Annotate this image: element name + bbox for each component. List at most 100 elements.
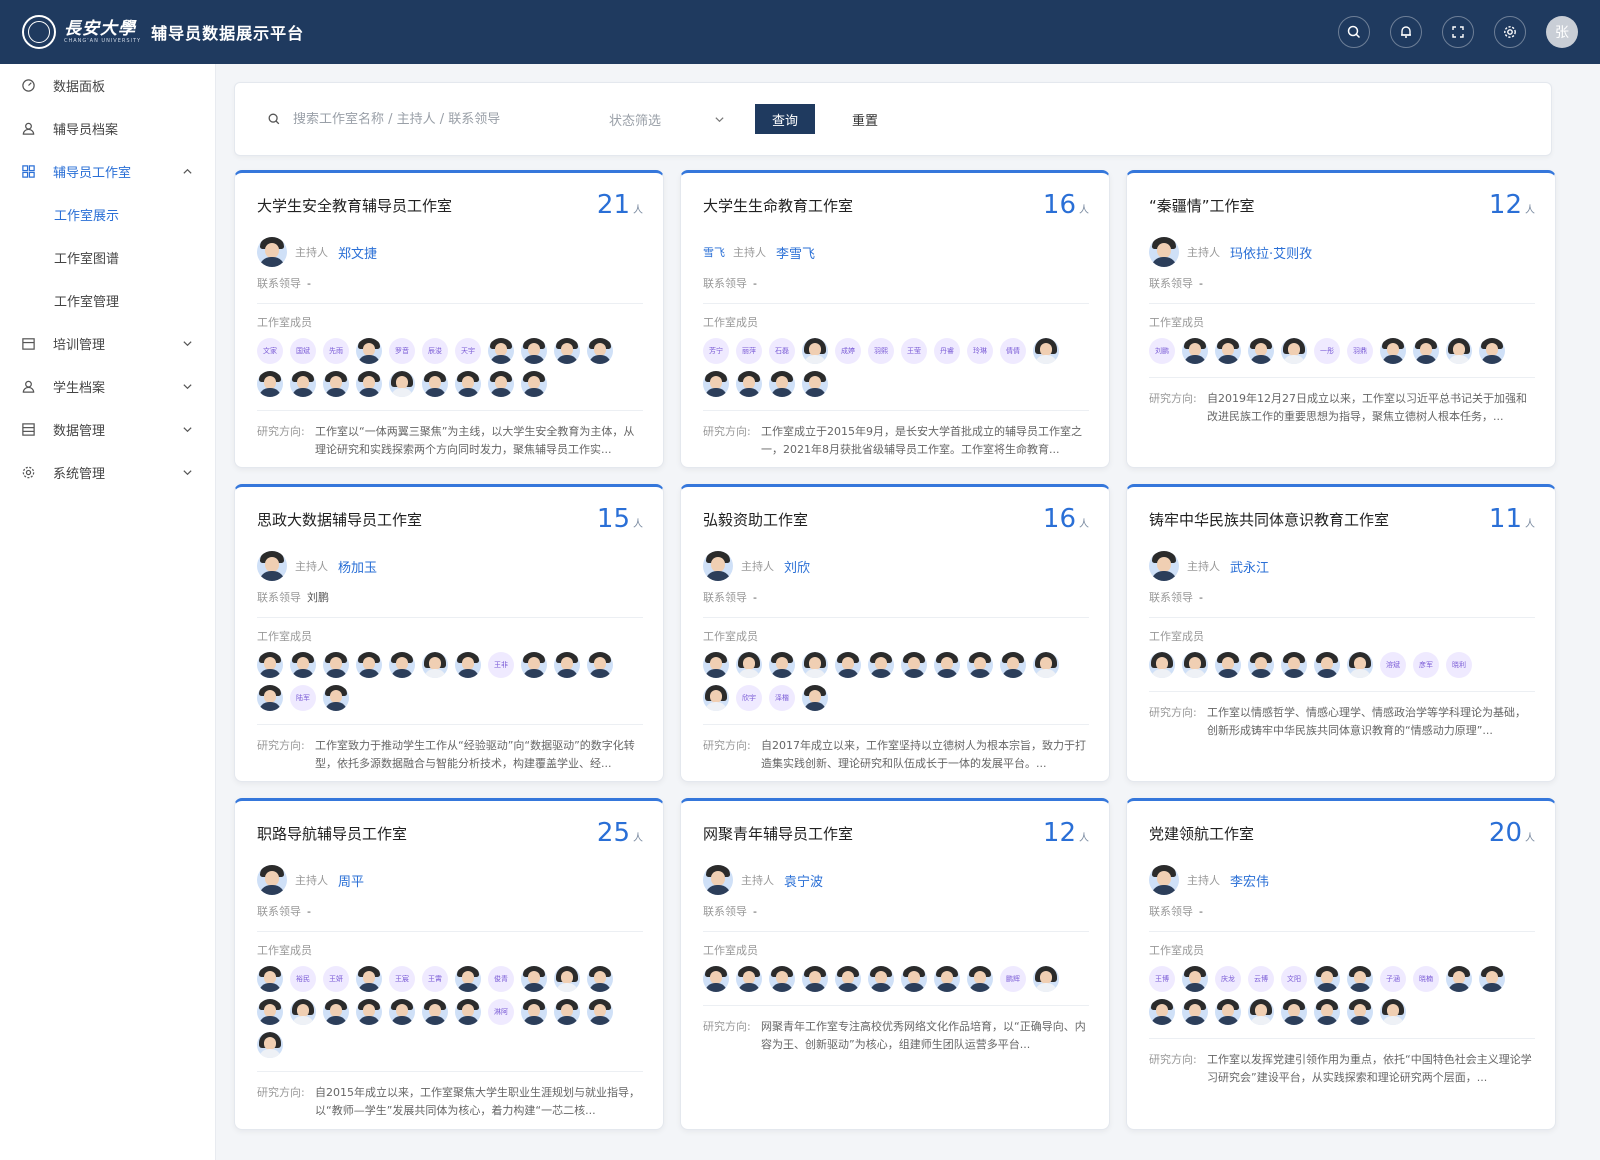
member-avatar[interactable]: [802, 338, 828, 364]
studio-card[interactable]: 大学生安全教育辅导员工作室 21 人主持人 郑文捷 联系领导 - 工作室成员 文家 国斌 先雨 罗音…: [234, 170, 664, 468]
member-avatar[interactable]: [323, 999, 349, 1025]
member-avatar[interactable]: [1380, 338, 1406, 364]
member-avatar[interactable]: [554, 999, 580, 1025]
member-avatar[interactable]: [521, 966, 547, 992]
member-name-avatar[interactable]: 一彤: [1314, 338, 1340, 364]
member-avatar[interactable]: [1446, 966, 1472, 992]
member-name-avatar[interactable]: 刘鹏: [1149, 338, 1175, 364]
member-name-avatar[interactable]: 文家: [257, 338, 283, 364]
user-avatar[interactable]: 张: [1546, 16, 1578, 48]
member-avatar[interactable]: [1033, 338, 1059, 364]
member-name-avatar[interactable]: 庆龙: [1215, 966, 1241, 992]
member-name-avatar[interactable]: 欣宇: [736, 685, 762, 711]
member-avatar[interactable]: [1000, 652, 1026, 678]
member-avatar[interactable]: [901, 652, 927, 678]
host-name[interactable]: 李雪飞: [776, 243, 815, 262]
member-name-avatar[interactable]: 羽熙: [868, 338, 894, 364]
member-name-avatar[interactable]: 丹睿: [934, 338, 960, 364]
member-avatar[interactable]: [1215, 652, 1241, 678]
member-avatar[interactable]: [703, 685, 729, 711]
member-avatar[interactable]: [1033, 652, 1059, 678]
member-avatar[interactable]: [257, 966, 283, 992]
member-avatar[interactable]: [934, 652, 960, 678]
member-avatar[interactable]: [1248, 652, 1274, 678]
member-avatar[interactable]: [1281, 652, 1307, 678]
status-filter-select[interactable]: 状态筛选: [597, 110, 737, 129]
sidebar-item-counselor-studio[interactable]: 辅导员工作室: [0, 150, 215, 193]
member-name-avatar[interactable]: 鹏辉: [1000, 966, 1026, 992]
member-name-avatar[interactable]: 王博: [1149, 966, 1175, 992]
query-button[interactable]: 查询: [755, 104, 816, 134]
member-avatar[interactable]: [1033, 966, 1059, 992]
member-avatar[interactable]: [323, 652, 349, 678]
sidebar-subitem-studio-graph[interactable]: 工作室图谱: [0, 236, 215, 279]
member-avatar[interactable]: [587, 652, 613, 678]
host-name[interactable]: 周平: [338, 871, 364, 890]
member-avatar[interactable]: [1182, 999, 1208, 1025]
member-avatar[interactable]: [1479, 338, 1505, 364]
host-name[interactable]: 刘欣: [784, 557, 810, 576]
member-avatar[interactable]: [1182, 652, 1208, 678]
member-name-avatar[interactable]: 彦军: [1413, 652, 1439, 678]
member-avatar[interactable]: [802, 966, 828, 992]
member-avatar[interactable]: [521, 999, 547, 1025]
member-avatar[interactable]: [587, 999, 613, 1025]
member-avatar[interactable]: [736, 652, 762, 678]
member-avatar[interactable]: [736, 966, 762, 992]
member-name-avatar[interactable]: 王宸: [389, 966, 415, 992]
member-avatar[interactable]: [1347, 999, 1373, 1025]
member-name-avatar[interactable]: 国斌: [290, 338, 316, 364]
member-avatar[interactable]: [257, 999, 283, 1025]
member-avatar[interactable]: [554, 966, 580, 992]
reset-button[interactable]: 重置: [835, 104, 895, 134]
studio-card[interactable]: 思政大数据辅导员工作室 15 人主持人 杨加玉 联系领导 刘鹏 工作室成员 王非 陆军 研究方向:…: [234, 484, 664, 782]
member-name-avatar[interactable]: 丽萍: [736, 338, 762, 364]
member-avatar[interactable]: [389, 371, 415, 397]
member-name-avatar[interactable]: 俊青: [488, 966, 514, 992]
member-avatar[interactable]: [257, 685, 283, 711]
host-name[interactable]: 杨加玉: [338, 557, 377, 576]
member-avatar[interactable]: [1281, 338, 1307, 364]
search-button[interactable]: [1338, 16, 1370, 48]
member-name-avatar[interactable]: 王霄: [422, 966, 448, 992]
member-name-avatar[interactable]: 成婷: [835, 338, 861, 364]
member-avatar[interactable]: [1380, 999, 1406, 1025]
member-name-avatar[interactable]: 子涵: [1380, 966, 1406, 992]
member-name-avatar[interactable]: 泽楷: [769, 685, 795, 711]
member-avatar[interactable]: [1446, 338, 1472, 364]
studio-card[interactable]: 弘毅资助工作室 16 人主持人 刘欣 联系领导 - 工作室成员 欣宇 泽楷 研究方向: 自2017年…: [680, 484, 1110, 782]
member-avatar[interactable]: [356, 652, 382, 678]
settings-button[interactable]: [1494, 16, 1526, 48]
member-avatar[interactable]: [290, 652, 316, 678]
member-avatar[interactable]: [1347, 652, 1373, 678]
member-avatar[interactable]: [1314, 999, 1340, 1025]
member-avatar[interactable]: [934, 966, 960, 992]
member-avatar[interactable]: [356, 371, 382, 397]
fullscreen-button[interactable]: [1442, 16, 1474, 48]
search-input[interactable]: [293, 111, 573, 127]
member-name-avatar[interactable]: 王莹: [901, 338, 927, 364]
member-avatar[interactable]: [1215, 338, 1241, 364]
member-name-avatar[interactable]: 先雨: [323, 338, 349, 364]
member-avatar[interactable]: [703, 371, 729, 397]
member-avatar[interactable]: [967, 652, 993, 678]
member-avatar[interactable]: [323, 685, 349, 711]
member-avatar[interactable]: [835, 966, 861, 992]
member-avatar[interactable]: [389, 652, 415, 678]
host-name[interactable]: 李宏伟: [1230, 871, 1269, 890]
member-name-avatar[interactable]: 倩倩: [1000, 338, 1026, 364]
member-avatar[interactable]: [802, 371, 828, 397]
member-avatar[interactable]: [455, 371, 481, 397]
member-avatar[interactable]: [521, 652, 547, 678]
member-avatar[interactable]: [356, 338, 382, 364]
member-avatar[interactable]: [521, 338, 547, 364]
studio-card[interactable]: “秦疆情”工作室 12 人主持人 玛依拉·艾则孜 联系领导 - 工作室成员 刘鹏 一彤 羽鼎 研究方…: [1126, 170, 1556, 468]
member-name-avatar[interactable]: 天宇: [455, 338, 481, 364]
sidebar-item-training[interactable]: 培训管理: [0, 322, 215, 365]
sidebar-item-counselor-profile[interactable]: 辅导员档案: [0, 107, 215, 150]
member-name-avatar[interactable]: 罗音: [389, 338, 415, 364]
sidebar-subitem-studio-display[interactable]: 工作室展示: [0, 193, 215, 236]
sidebar-item-system-management[interactable]: 系统管理: [0, 451, 215, 494]
member-avatar[interactable]: [1149, 999, 1175, 1025]
member-avatar[interactable]: [422, 371, 448, 397]
